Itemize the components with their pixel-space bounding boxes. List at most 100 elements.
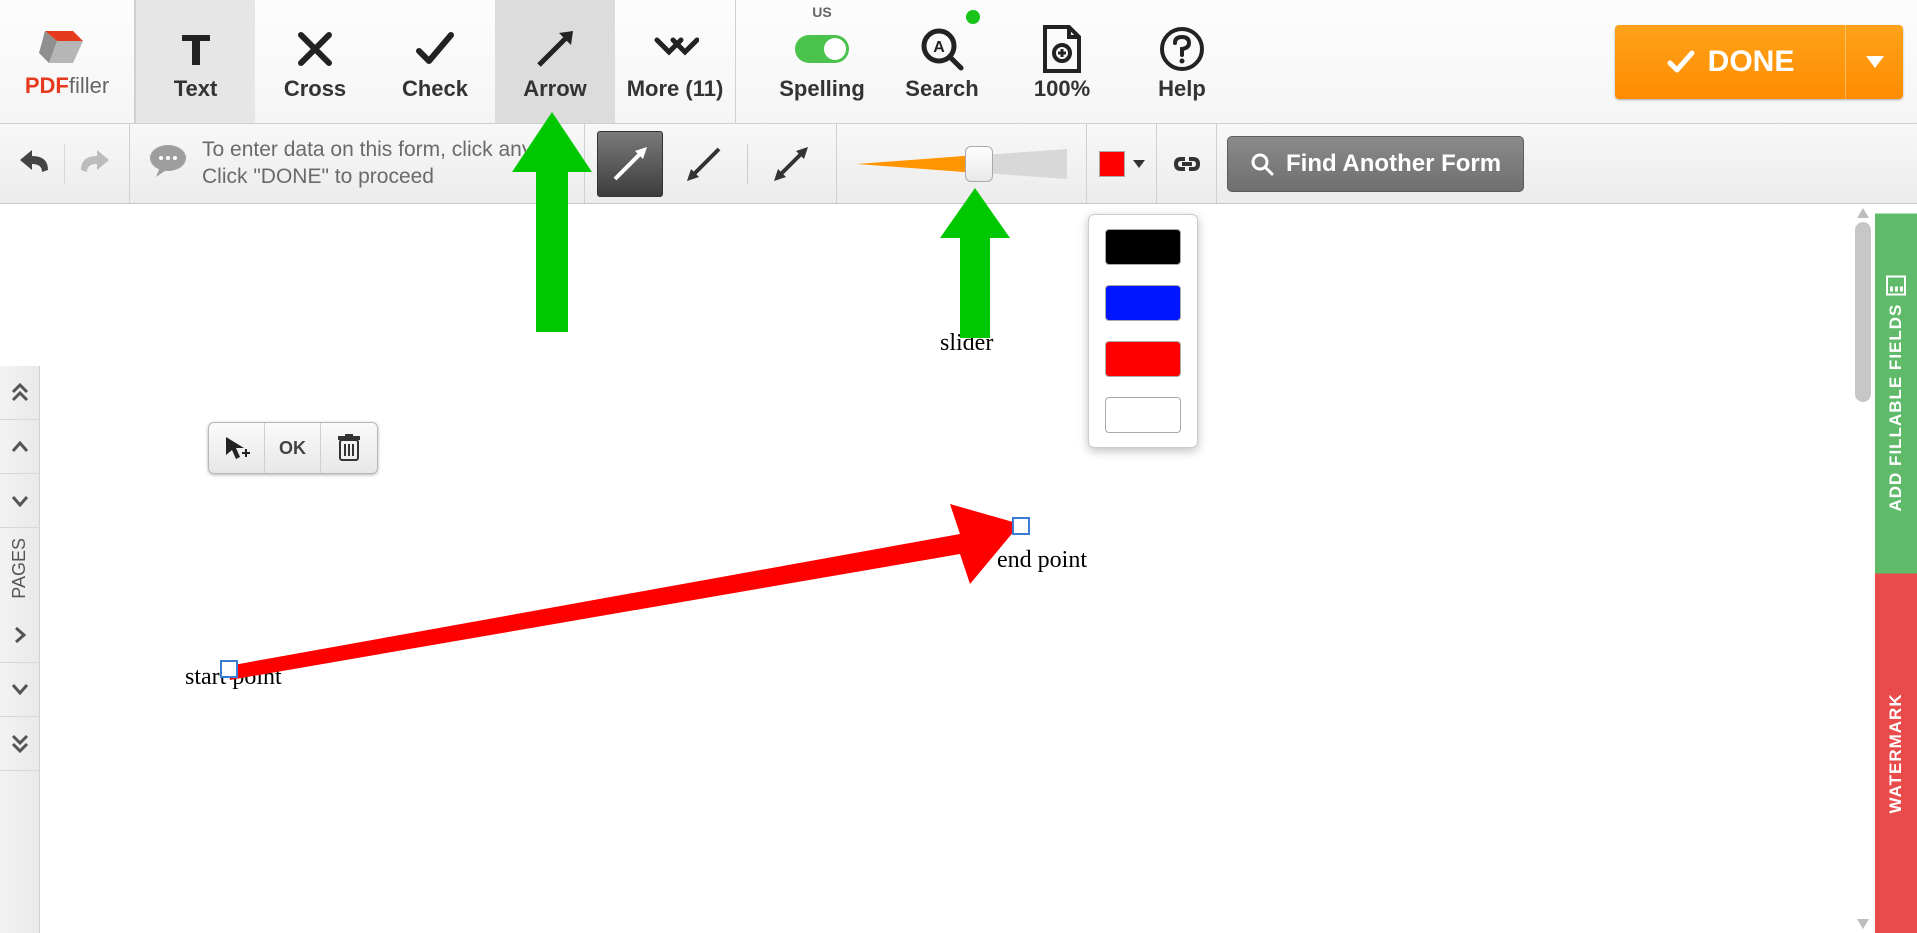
pages-prev-button[interactable] (0, 420, 40, 474)
watermark-rail[interactable]: WATERMARK (1875, 574, 1917, 933)
text-icon (172, 22, 220, 76)
main-toolbar: PDFfiller Text Cross Check Arrow (0, 0, 1917, 124)
selection-toolbar: OK (208, 422, 378, 474)
move-handle-button[interactable] (209, 423, 265, 473)
arrow-style-single-end[interactable] (597, 131, 663, 197)
callout-arrow-slider (940, 188, 1010, 338)
scroll-up-button[interactable] (1855, 206, 1871, 220)
check-tool-label: Check (402, 76, 468, 102)
hint-text: To enter data on this form, click anyw C… (202, 137, 548, 190)
done-label: DONE (1708, 45, 1795, 79)
color-option-red[interactable] (1105, 341, 1181, 377)
link-icon (1170, 153, 1204, 175)
search-icon (1250, 152, 1274, 176)
more-tool[interactable]: More (11) (615, 0, 735, 123)
drawn-arrow[interactable] (210, 494, 1030, 694)
toggle-on-icon (794, 22, 850, 76)
help-label: Help (1158, 76, 1206, 102)
notification-dot-icon (966, 10, 980, 24)
text-tool-label: Text (174, 76, 218, 102)
logo-icon (37, 25, 97, 69)
done-area: DONE (1615, 0, 1917, 123)
chevron-up-icon (11, 441, 29, 453)
done-button-main[interactable]: DONE (1615, 45, 1845, 79)
arrow-style-double[interactable] (758, 131, 824, 197)
ok-label: OK (279, 438, 306, 459)
zoom-label: 100% (1034, 76, 1090, 102)
find-another-form-button[interactable]: Find Another Form (1227, 136, 1524, 192)
slider-track-icon (857, 144, 1067, 184)
link-button[interactable] (1157, 124, 1217, 203)
spelling-label: Spelling (779, 76, 865, 102)
arrow-end-handle[interactable] (1012, 517, 1030, 535)
more-icon (651, 22, 699, 76)
redo-icon (77, 150, 111, 178)
pages-rail: PAGES (0, 366, 40, 933)
delete-button[interactable] (321, 423, 377, 473)
undo-button[interactable] (12, 141, 58, 187)
search-document-icon: A (917, 22, 967, 76)
color-swatch (1099, 151, 1125, 177)
chevron-down-icon (11, 683, 29, 695)
color-dropdown (1088, 214, 1198, 448)
help-icon (1158, 22, 1206, 76)
svg-text:A: A (933, 39, 945, 56)
slider-thumb[interactable] (965, 146, 993, 182)
annotation-tools: Text Cross Check Arrow More (11) (135, 0, 736, 123)
cross-tool-label: Cross (284, 76, 346, 102)
search-label: Search (905, 76, 978, 102)
scroll-down-button[interactable] (1855, 917, 1871, 931)
help-tool[interactable]: Help (1122, 0, 1242, 123)
confirm-ok-button[interactable]: OK (265, 423, 321, 473)
pages-rail-label: PAGES (9, 538, 30, 599)
color-picker[interactable] (1087, 124, 1157, 203)
pages-next-button[interactable] (0, 474, 40, 528)
pages-next2-button[interactable] (0, 663, 40, 717)
text-tool[interactable]: Text (135, 0, 255, 123)
right-rails: ADD FILLABLE FIELDS WATERMARK (1875, 214, 1917, 933)
search-tool[interactable]: A Search (882, 0, 1002, 123)
scrollbar-thumb[interactable] (1855, 222, 1871, 402)
chevron-down-icon (11, 495, 29, 507)
find-form-label: Find Another Form (1286, 150, 1501, 178)
spelling-tool[interactable]: US Spelling (762, 0, 882, 123)
logo[interactable]: PDFfiller (0, 0, 135, 123)
history-group (0, 124, 130, 203)
color-option-white[interactable] (1105, 397, 1181, 433)
double-chevron-down-icon (11, 733, 29, 753)
pages-last-button[interactable] (0, 717, 40, 771)
spelling-locale-badge: US (812, 4, 831, 20)
arrow-start-handle[interactable] (220, 660, 238, 678)
utility-tools: US Spelling A Search 100% Help (762, 0, 1242, 123)
done-dropdown[interactable] (1845, 25, 1903, 99)
undo-icon (18, 150, 52, 178)
pages-expand-button[interactable] (0, 609, 40, 663)
check-tool[interactable]: Check (375, 0, 495, 123)
arrow-style-single-start[interactable] (671, 131, 737, 197)
logo-text: PDFfiller (25, 73, 109, 99)
divider (64, 144, 65, 184)
color-option-blue[interactable] (1105, 285, 1181, 321)
check-icon (1666, 47, 1696, 77)
arrow-style-group (585, 124, 837, 203)
zoom-document-icon (1039, 22, 1085, 76)
arrow-tool[interactable]: Arrow (495, 0, 615, 123)
add-fillable-fields-rail[interactable]: ADD FILLABLE FIELDS (1875, 214, 1917, 574)
zoom-tool[interactable]: 100% (1002, 0, 1122, 123)
watermark-label: WATERMARK (1886, 693, 1906, 813)
callout-arrow-arrow-tool (512, 112, 592, 332)
check-icon (411, 22, 459, 76)
cross-tool[interactable]: Cross (255, 0, 375, 123)
chevron-down-icon (1866, 56, 1884, 68)
pages-first-button[interactable] (0, 366, 40, 420)
redo-button[interactable] (71, 141, 117, 187)
move-cursor-icon (222, 433, 252, 463)
color-option-black[interactable] (1105, 229, 1181, 265)
form-fields-icon (1886, 276, 1906, 296)
done-button[interactable]: DONE (1615, 25, 1903, 99)
chevron-right-icon (14, 626, 26, 644)
more-tool-label: More (11) (627, 76, 724, 102)
cross-icon (293, 22, 337, 76)
fillable-label: ADD FILLABLE FIELDS (1886, 304, 1906, 512)
arrow-icon (529, 22, 581, 76)
